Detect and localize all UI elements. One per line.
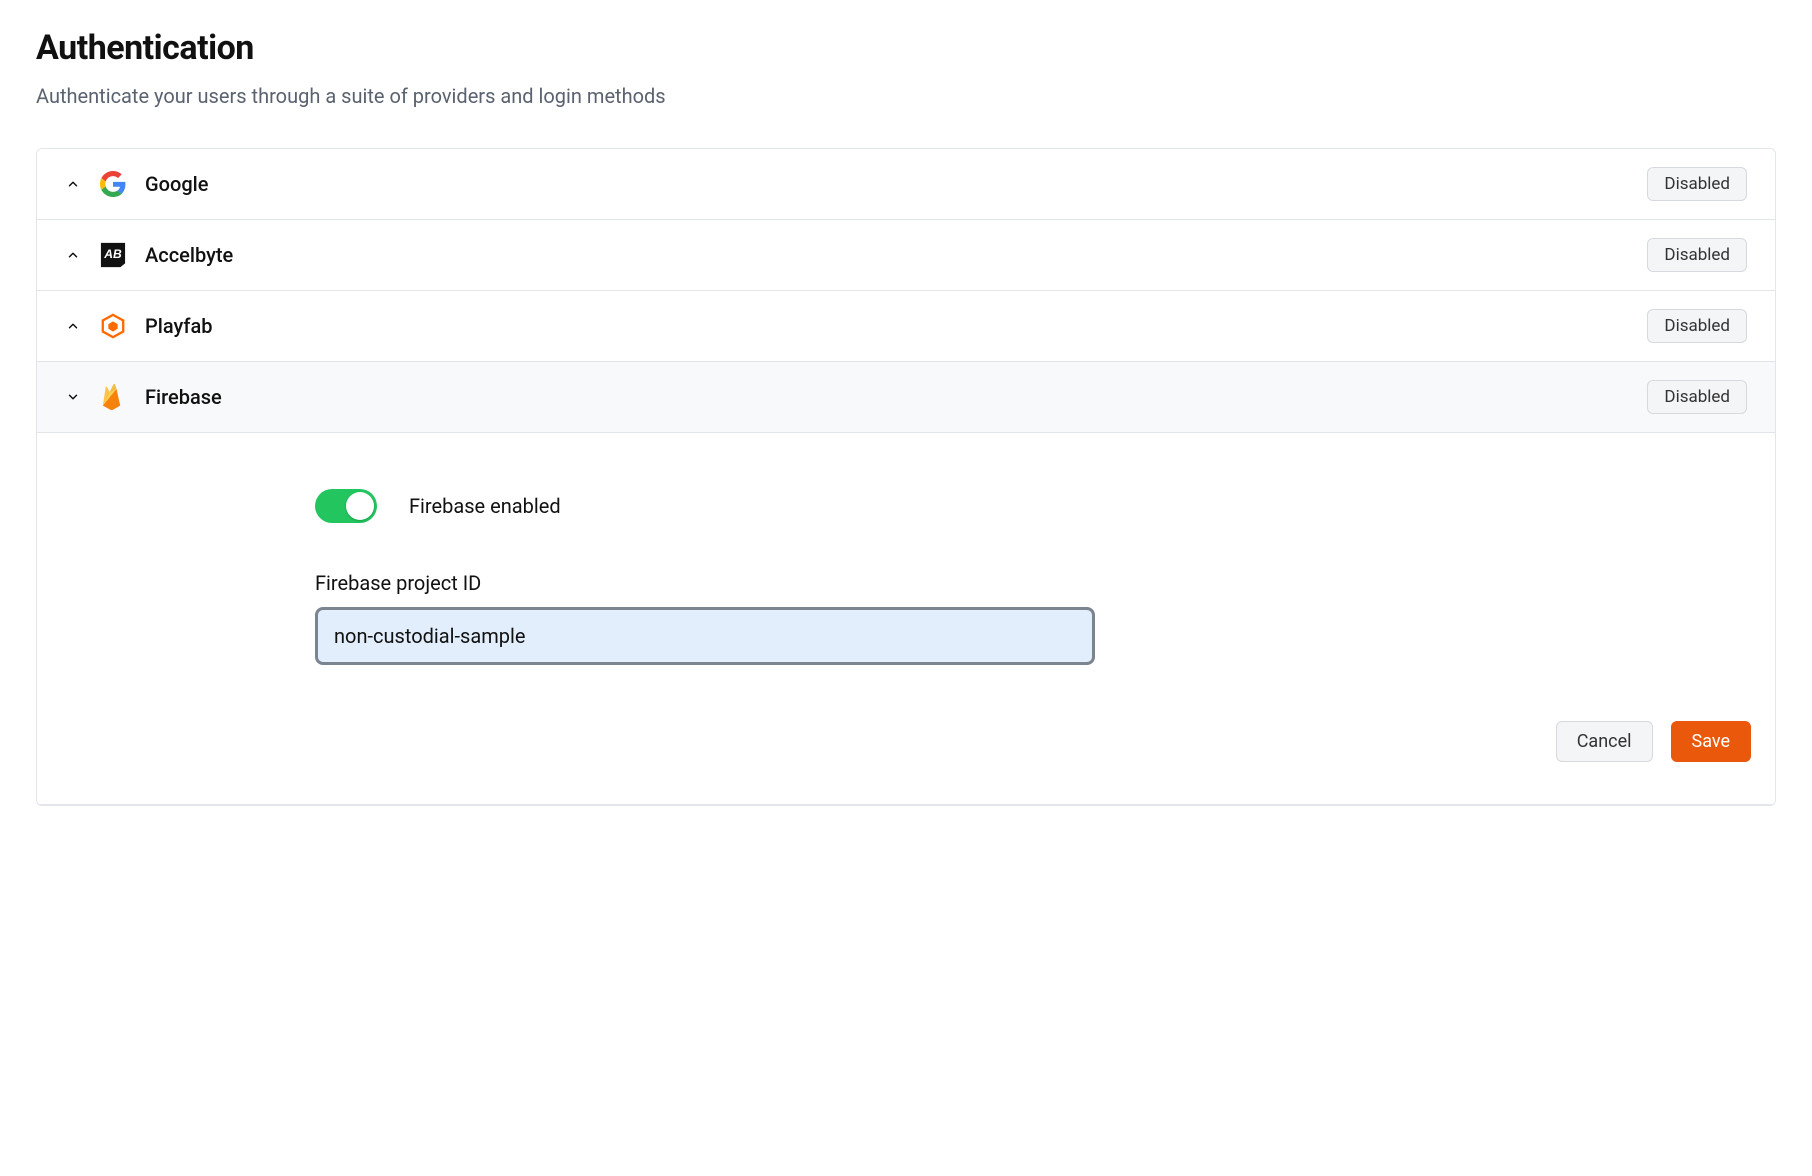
accelbyte-icon: AB [99, 241, 127, 269]
chevron-up-icon [65, 176, 81, 192]
firebase-settings-body: Firebase enabled Firebase project ID Can… [37, 433, 1775, 805]
provider-row-google[interactable]: Google Disabled [37, 149, 1775, 220]
providers-panel: Google Disabled AB Accelbyte Disabled Pl… [36, 148, 1776, 806]
chevron-up-icon [65, 247, 81, 263]
playfab-icon [99, 312, 127, 340]
svg-text:AB: AB [103, 247, 122, 261]
provider-name: Playfab [145, 314, 1629, 338]
status-badge: Disabled [1647, 238, 1747, 272]
chevron-up-icon [65, 318, 81, 334]
cancel-button[interactable]: Cancel [1556, 721, 1653, 762]
page-title: Authentication [36, 28, 1776, 68]
status-badge: Disabled [1647, 380, 1747, 414]
status-badge: Disabled [1647, 167, 1747, 201]
project-id-label: Firebase project ID [315, 571, 1095, 595]
provider-row-playfab[interactable]: Playfab Disabled [37, 291, 1775, 362]
page-subtitle: Authenticate your users through a suite … [36, 84, 1776, 108]
provider-name: Accelbyte [145, 243, 1629, 267]
firebase-icon [99, 383, 127, 411]
project-id-input[interactable] [315, 607, 1095, 665]
chevron-down-icon [65, 389, 81, 405]
provider-row-accelbyte[interactable]: AB Accelbyte Disabled [37, 220, 1775, 291]
save-button[interactable]: Save [1671, 721, 1752, 762]
provider-row-firebase[interactable]: Firebase Disabled [37, 362, 1775, 433]
google-icon [99, 170, 127, 198]
provider-name: Firebase [145, 385, 1629, 409]
firebase-enabled-toggle[interactable] [315, 489, 377, 523]
firebase-enabled-label: Firebase enabled [409, 494, 561, 518]
status-badge: Disabled [1647, 309, 1747, 343]
provider-name: Google [145, 172, 1629, 196]
